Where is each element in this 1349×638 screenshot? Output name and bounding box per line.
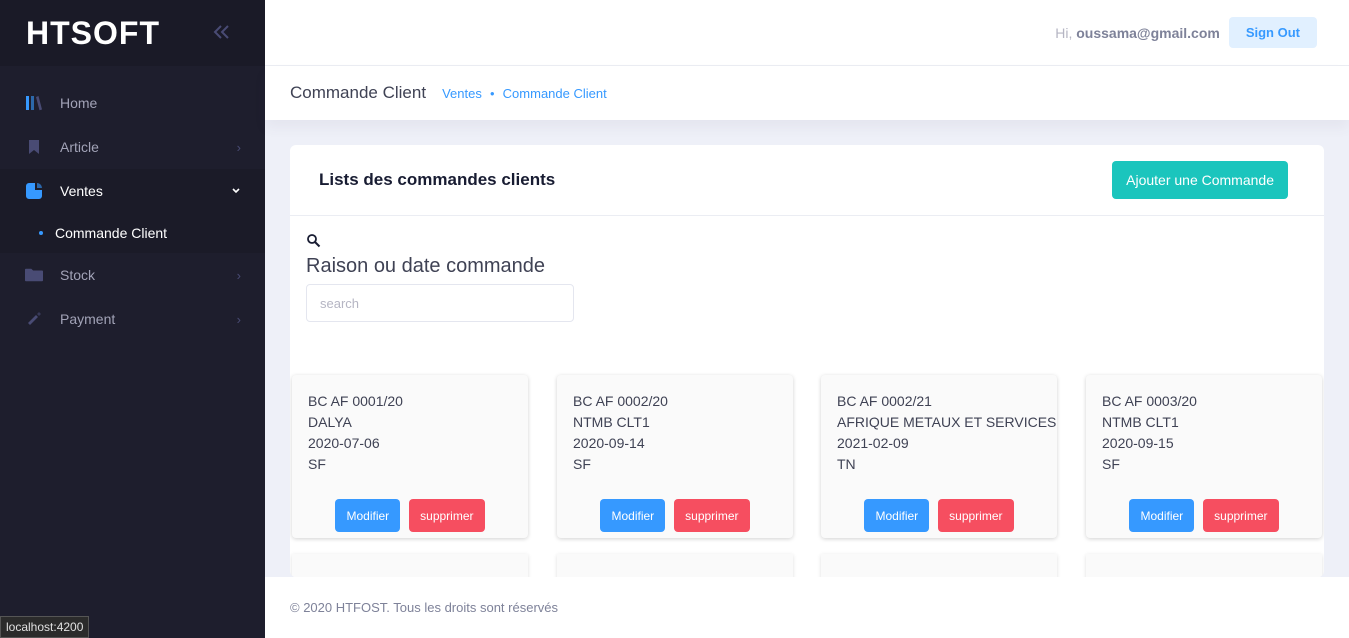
breadcrumb-commande-client[interactable]: Commande Client xyxy=(503,86,607,101)
delete-order-button[interactable]: supprimer xyxy=(938,499,1014,532)
order-date: 2020-07-06 xyxy=(308,435,380,451)
user-email: oussama@gmail.com xyxy=(1076,24,1220,41)
order-date: 2020-09-14 xyxy=(573,435,645,451)
chevron-right-icon: › xyxy=(236,311,241,327)
chevron-right-icon: › xyxy=(236,267,241,283)
double-chevron-left-icon[interactable] xyxy=(213,20,231,46)
order-date: 2020-09-15 xyxy=(1102,435,1174,451)
top-header: Hi, oussama@gmail.com Sign Out xyxy=(265,0,1349,66)
order-actions: Modifier supprimer xyxy=(1086,499,1322,532)
sidebar-item-stock[interactable]: Stock › xyxy=(0,253,265,297)
sidebar-subitem-commande-client[interactable]: Commande Client xyxy=(0,213,265,253)
order-client: NTMB CLT1 xyxy=(573,414,650,430)
sidebar-item-label: Article xyxy=(60,139,99,155)
sign-out-button[interactable]: Sign Out xyxy=(1228,17,1317,48)
order-card: BC AF 0003/20 NTMB CLT1 2020-09-15 SF Mo… xyxy=(1086,375,1322,538)
order-card-partial xyxy=(292,554,528,577)
order-client: NTMB CLT1 xyxy=(1102,414,1179,430)
delete-order-button[interactable]: supprimer xyxy=(674,499,750,532)
user-greeting: Hi, oussama@gmail.com xyxy=(1055,25,1220,41)
order-code: TN xyxy=(837,456,856,472)
chevron-right-icon: › xyxy=(236,139,241,155)
order-actions: Modifier supprimer xyxy=(292,499,528,532)
breadcrumb-ventes[interactable]: Ventes xyxy=(442,86,482,101)
order-card: BC AF 0001/20 DALYA 2020-07-06 SF Modifi… xyxy=(292,375,528,538)
edit-order-button[interactable]: Modifier xyxy=(864,499,930,532)
sidebar-item-label: Ventes xyxy=(60,183,103,199)
sidebar-item-label: Payment xyxy=(60,311,116,327)
sidebar-subitem-label: Commande Client xyxy=(55,225,168,241)
order-card: BC AF 0002/21 AFRIQUE METAUX ET SERVICES… xyxy=(821,375,1057,538)
pencil-icon xyxy=(25,310,43,328)
footer-copyright: © 2020 HTFOST. Tous les droits sont rése… xyxy=(290,600,558,615)
order-client: DALYA xyxy=(308,414,352,430)
footer: © 2020 HTFOST. Tous les droits sont rése… xyxy=(265,577,1349,638)
order-code: SF xyxy=(573,456,591,472)
browser-status-url: localhost:4200 xyxy=(0,616,90,638)
order-card-partial xyxy=(1086,554,1322,577)
chart-pie-icon xyxy=(25,182,43,200)
breadcrumb-separator-icon: ● xyxy=(489,88,495,98)
search-input[interactable] xyxy=(306,284,574,322)
brand-bar: HTSOFT xyxy=(0,0,265,66)
greeting-text: Hi, xyxy=(1055,24,1073,41)
sidebar-item-payment[interactable]: Payment › xyxy=(0,297,265,341)
order-ref: BC AF 0003/20 xyxy=(1102,393,1197,409)
sidebar-item-home[interactable]: Home xyxy=(0,81,265,125)
order-ref: BC AF 0002/21 xyxy=(837,393,932,409)
sidebar-menu: Home Article › Ventes Commande Client St… xyxy=(0,66,265,341)
chevron-down-icon xyxy=(231,184,241,199)
search-area: Raison ou date commande xyxy=(306,233,574,322)
folder-icon xyxy=(25,266,43,284)
order-details: BC AF 0002/20 NTMB CLT1 2020-09-14 SF xyxy=(573,391,668,475)
delete-order-button[interactable]: supprimer xyxy=(409,499,485,532)
order-card-partial xyxy=(557,554,793,577)
sidebar-item-label: Home xyxy=(60,95,98,111)
add-order-button[interactable]: Ajouter une Commande xyxy=(1112,161,1288,199)
subheader: Commande Client Ventes ● Commande Client xyxy=(265,66,1349,120)
order-code: SF xyxy=(308,456,326,472)
order-details: BC AF 0003/20 NTMB CLT1 2020-09-15 SF xyxy=(1102,391,1197,475)
sidebar: HTSOFT Home Article › Ventes Commande Cl… xyxy=(0,0,265,638)
search-icon xyxy=(306,233,322,249)
order-card-partial xyxy=(821,554,1057,577)
edit-order-button[interactable]: Modifier xyxy=(1129,499,1195,532)
order-details: BC AF 0001/20 DALYA 2020-07-06 SF xyxy=(308,391,403,475)
order-date: 2021-02-09 xyxy=(837,435,909,451)
edit-order-button[interactable]: Modifier xyxy=(335,499,401,532)
brand-logo[interactable]: HTSOFT xyxy=(26,15,160,52)
page-title: Commande Client xyxy=(290,83,427,102)
delete-order-button[interactable]: supprimer xyxy=(1203,499,1279,532)
orders-card: Lists des commandes clients Ajouter une … xyxy=(290,145,1324,577)
bullet-dot-icon xyxy=(39,231,43,235)
library-icon xyxy=(25,94,43,112)
order-card: BC AF 0002/20 NTMB CLT1 2020-09-14 SF Mo… xyxy=(557,375,793,538)
card-header: Lists des commandes clients Ajouter une … xyxy=(290,145,1324,216)
order-actions: Modifier supprimer xyxy=(821,499,1057,532)
order-actions: Modifier supprimer xyxy=(557,499,793,532)
order-client: AFRIQUE METAUX ET SERVICES xyxy=(837,414,1057,430)
bookmark-icon xyxy=(25,138,43,156)
order-code: SF xyxy=(1102,456,1120,472)
order-details: BC AF 0002/21 AFRIQUE METAUX ET SERVICES… xyxy=(837,391,1056,475)
edit-order-button[interactable]: Modifier xyxy=(600,499,666,532)
sidebar-item-label: Stock xyxy=(60,267,96,283)
card-title: Lists des commandes clients xyxy=(319,170,556,189)
sidebar-item-ventes[interactable]: Ventes xyxy=(0,169,265,213)
sidebar-item-article[interactable]: Article › xyxy=(0,125,265,169)
order-ref: BC AF 0002/20 xyxy=(573,393,668,409)
search-label: Raison ou date commande xyxy=(306,255,546,277)
order-ref: BC AF 0001/20 xyxy=(308,393,403,409)
